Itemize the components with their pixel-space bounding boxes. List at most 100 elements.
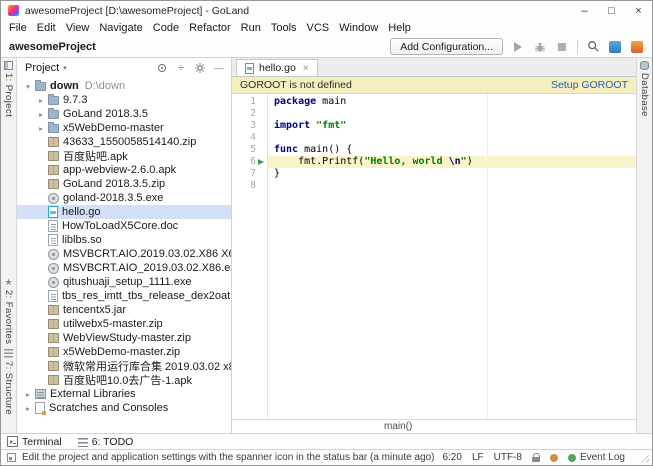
minimize-button[interactable]: – <box>571 1 598 20</box>
line-number[interactable]: 2 <box>232 108 256 120</box>
tree-item-2019-03-02-x86x64-zip[interactable]: 微软常用运行库合集 2019.03.02 x86x64.zip <box>17 359 231 373</box>
toolwindow-switcher-icon[interactable] <box>7 453 16 462</box>
locate-file-icon[interactable] <box>156 62 168 74</box>
tree-item-tbs-res-imtt-tbs-release-dex2oat-doc[interactable]: tbs_res_imtt_tbs_release_dex2oat.doc <box>17 289 231 303</box>
code-line-4[interactable] <box>268 132 636 144</box>
readonly-lock-icon[interactable] <box>532 453 540 463</box>
code-line-2[interactable] <box>268 108 636 120</box>
code-line-6[interactable]: fmt.Printf("Hello, world \n") <box>268 156 636 168</box>
tree-item-liblbs-so[interactable]: liblbs.so <box>17 233 231 247</box>
tree-item-msvbcrt-aio-2019-03-02-x86-x64-exe[interactable]: MSVBCRT.AIO.2019.03.02.X86 X64.exe <box>17 247 231 261</box>
tree-item-webviewstudy-master-zip[interactable]: WebViewStudy-master.zip <box>17 331 231 345</box>
hide-panel-icon[interactable] <box>213 62 225 74</box>
line-number[interactable]: 7 <box>232 168 256 180</box>
resize-grip[interactable] <box>639 453 649 463</box>
code-line-8[interactable] <box>268 180 636 192</box>
maximize-button[interactable]: □ <box>598 1 625 20</box>
run-main-icon[interactable] <box>256 156 267 168</box>
tree-item-howtoloadx5core-doc[interactable]: HowToLoadX5Core.doc <box>17 219 231 233</box>
editor-tab-hello-go[interactable]: hello.go × <box>236 59 318 76</box>
tool-stripe-button-database[interactable]: Database <box>637 61 652 117</box>
tool-stripe-button-1-project[interactable]: 1: Project <box>1 61 16 117</box>
tree-item-scratches-and-consoles[interactable]: ▸Scratches and Consoles <box>17 401 231 415</box>
line-number[interactable]: 4 <box>232 132 256 144</box>
code-line-1[interactable]: package main <box>268 96 636 108</box>
menu-item-edit[interactable]: Edit <box>32 22 61 34</box>
tree-item-external-libraries[interactable]: ▸ External Libraries <box>17 387 231 401</box>
menu-item-help[interactable]: Help <box>383 22 416 34</box>
tree-item-label: 9.7.3 <box>63 94 87 106</box>
menu-item-vcs[interactable]: VCS <box>302 22 335 34</box>
tool-stripe-button-2-favorites[interactable]: 2: Favorites <box>1 278 16 344</box>
breadcrumb-main[interactable]: main() <box>384 421 412 432</box>
plugin-red-icon[interactable] <box>630 40 644 54</box>
tool-stripe-button-7-structure[interactable]: 7: Structure <box>1 349 16 415</box>
tree-item-43633-1550058514140-zip[interactable]: 43633_1550058514140.zip <box>17 135 231 149</box>
cursor-position-widget[interactable]: 6:20 <box>442 452 461 463</box>
menu-item-code[interactable]: Code <box>148 22 184 34</box>
menu-item-tools[interactable]: Tools <box>266 22 302 34</box>
line-number[interactable]: 8 <box>232 180 256 192</box>
tree-item-app-webview-2-6-0-apk[interactable]: app-webview-2.6.0.apk <box>17 163 231 177</box>
tree-item-goland-2018-3-5-exe[interactable]: goland-2018.3.5.exe <box>17 191 231 205</box>
tree-item-x5webdemo-master[interactable]: ▸x5WebDemo-master <box>17 121 231 135</box>
navigation-bar-project[interactable]: awesomeProject <box>9 41 96 53</box>
search-everywhere-icon[interactable] <box>586 40 600 54</box>
setup-goroot-link[interactable]: Setup GOROOT <box>551 79 628 91</box>
tree-item-9-7-3[interactable]: ▸ 9.7.3 <box>17 93 231 107</box>
tree-item-goland-2018-3-5[interactable]: ▸GoLand 2018.3.5 <box>17 107 231 121</box>
collapse-all-icon[interactable] <box>175 62 187 74</box>
settings-gear-icon[interactable] <box>194 62 206 74</box>
toolwindow-button-terminal[interactable]: Terminal <box>7 436 62 448</box>
menu-item-file[interactable]: File <box>4 22 32 34</box>
code-area[interactable]: package main import "fmt" func main() { fm… <box>268 94 636 419</box>
tree-item-tencentx5-jar[interactable]: tencentx5.jar <box>17 303 231 317</box>
menu-item-view[interactable]: View <box>61 22 95 34</box>
tree-item-msvbcrt-aio-2019-03-02-x86-exe[interactable]: MSVBCRT.AIO_2019.03.02.X86.exe <box>17 261 231 275</box>
tree-item-apk[interactable]: 百度贴吧.apk <box>17 149 231 163</box>
project-view-selector[interactable]: Project <box>25 62 59 74</box>
run-icon[interactable] <box>511 40 525 54</box>
toolwindow-button-6-todo[interactable]: 6: TODO <box>78 436 134 448</box>
line-number[interactable]: 5 <box>232 144 256 156</box>
tree-item-x5webdemo-master-zip[interactable]: x5WebDemo-master.zip <box>17 345 231 359</box>
stop-icon[interactable] <box>555 40 569 54</box>
tree-item-label: GoLand 2018.3.5.zip <box>63 178 165 190</box>
highlighting-level-icon[interactable] <box>550 454 558 462</box>
toolwindow-button-label: 6: TODO <box>92 436 134 448</box>
gutter-space <box>256 132 267 144</box>
chevron-right-icon[interactable]: ▸ <box>23 404 33 413</box>
tree-item-utilwebx5-master-zip[interactable]: utilwebx5-master.zip <box>17 317 231 331</box>
line-number[interactable]: 3 <box>232 120 256 132</box>
line-number[interactable]: 1 <box>232 96 256 108</box>
close-button[interactable]: × <box>625 1 652 20</box>
chevron-right-icon[interactable]: ▸ <box>36 96 46 105</box>
chevron-right-icon[interactable]: ▸ <box>23 390 33 399</box>
event-log-widget[interactable]: Event Log <box>568 452 625 463</box>
add-configuration-button[interactable]: Add Configuration... <box>390 38 503 55</box>
chevron-right-icon[interactable]: ▸ <box>36 124 46 133</box>
menu-item-window[interactable]: Window <box>334 22 383 34</box>
debug-icon[interactable] <box>533 40 547 54</box>
code-line-7[interactable]: } <box>268 168 636 180</box>
tree-item-qitushuaji-setup-1111-exe[interactable]: qitushuaji_setup_1111.exe <box>17 275 231 289</box>
code-line-3[interactable]: import "fmt" <box>268 120 636 132</box>
tree-item-goland-2018-3-5-zip[interactable]: GoLand 2018.3.5.zip <box>17 177 231 191</box>
menu-item-navigate[interactable]: Navigate <box>94 22 147 34</box>
tree-item-10-0-1-apk[interactable]: 百度贴吧10.0去广告-1.apk <box>17 373 231 387</box>
line-number[interactable]: 6 <box>232 156 256 168</box>
tree-item-hello-go[interactable]: hello.go <box>17 205 231 219</box>
chevron-down-icon[interactable]: ▾ <box>23 82 33 91</box>
code-token: package <box>274 96 322 107</box>
menu-item-refactor[interactable]: Refactor <box>184 22 236 34</box>
plugin-blue-icon[interactable] <box>608 40 622 54</box>
tree-item-label: External Libraries <box>50 388 136 400</box>
code-line-5[interactable]: func main() { <box>268 144 636 156</box>
line-separator-widget[interactable]: LF <box>472 452 484 463</box>
encoding-widget[interactable]: UTF-8 <box>494 452 522 463</box>
menu-item-run[interactable]: Run <box>236 22 266 34</box>
tree-item-label: HowToLoadX5Core.doc <box>62 220 178 232</box>
tree-item-down[interactable]: ▾downD:\down <box>17 79 231 93</box>
close-tab-icon[interactable]: × <box>303 63 309 74</box>
chevron-right-icon[interactable]: ▸ <box>36 110 46 119</box>
